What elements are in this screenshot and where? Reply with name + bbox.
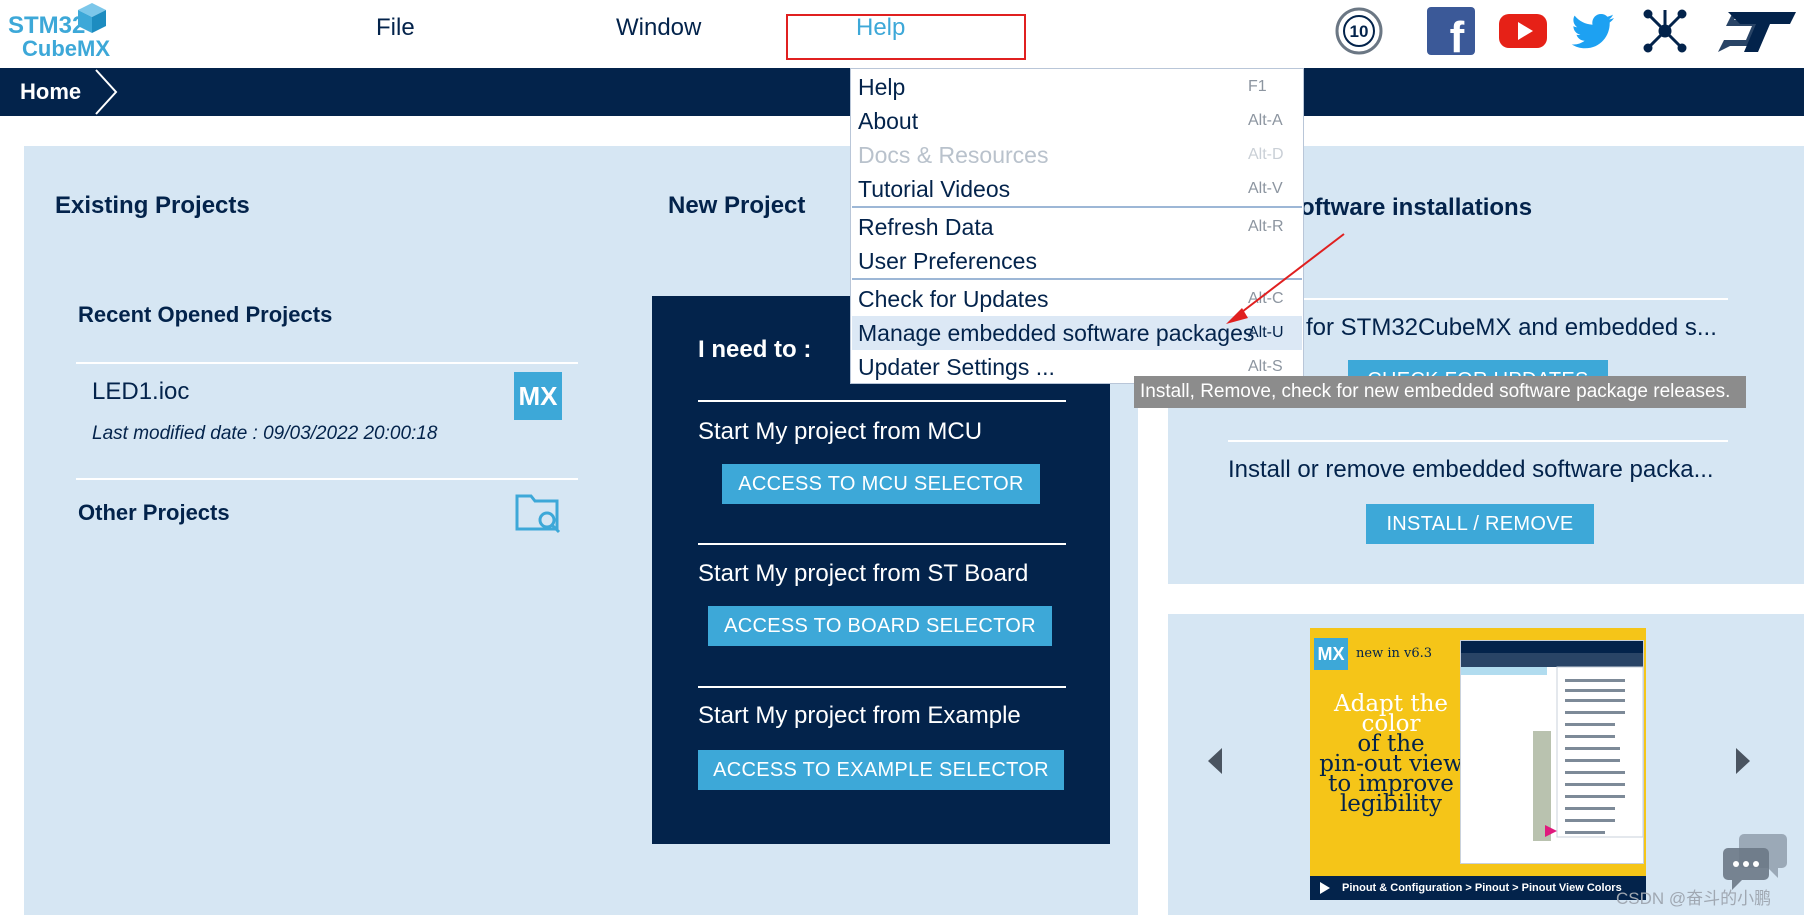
separator — [76, 362, 578, 364]
software-installations-title: oftware installations — [1300, 194, 1533, 221]
mcu-section-label: Start My project from MCU — [698, 418, 983, 445]
shortcut-docs-resources: Alt-D — [1248, 146, 1284, 163]
twitter-icon[interactable] — [1568, 6, 1618, 56]
logo-text-stm32: STM32 — [8, 12, 86, 39]
mcu-selector-button[interactable]: ACCESS TO MCU SELECTOR — [722, 464, 1040, 504]
carousel-mx-badge: MX — [1314, 638, 1348, 670]
separator — [1228, 440, 1728, 442]
menu-item-docs-resources: Docs & Resources — [858, 142, 1049, 168]
carousel-version-label: new in v6.3 — [1356, 646, 1433, 661]
existing-projects-title: Existing Projects — [55, 192, 250, 219]
install-remove-button[interactable]: INSTALL / REMOVE — [1366, 504, 1594, 544]
separator — [76, 478, 578, 480]
menu-file[interactable]: File — [376, 14, 415, 42]
carousel-prev-icon[interactable] — [1208, 748, 1222, 774]
annotation-arrow-icon — [1226, 233, 1345, 324]
youtube-icon[interactable] — [1498, 6, 1548, 56]
recent-project-date: Last modified date : 09/03/2022 20:00:18 — [92, 423, 438, 444]
menu-item-check-for-updates[interactable]: Check for Updates — [858, 286, 1048, 313]
menu-item-refresh-data[interactable]: Refresh Data — [858, 214, 994, 241]
carousel-screenshot-image — [1460, 640, 1644, 864]
play-icon — [1320, 882, 1330, 895]
carousel-next-icon[interactable] — [1736, 748, 1750, 774]
menu-item-help[interactable]: Help — [858, 74, 905, 101]
shortcut-about: Alt-A — [1248, 112, 1283, 129]
menu-item-tutorial-videos[interactable]: Tutorial Videos — [858, 176, 1010, 203]
anniversary-10-icon[interactable]: 10 — [1334, 6, 1384, 56]
carousel-headline: Adapt the color of the pin-out view to i… — [1316, 693, 1466, 817]
carousel-footer-bar: Pinout & Configuration > Pinout > Pinout… — [1310, 876, 1646, 900]
check-updates-text: for STM32CubeMX and embedded s... — [1306, 314, 1717, 341]
logo-text-cubemx: CubeMX — [22, 36, 110, 61]
menu-item-updater-settings[interactable]: Updater Settings ... — [858, 354, 1055, 381]
watermark-text: CSDN @奋斗的小鹏 — [1616, 889, 1772, 908]
carousel-footer-text: Pinout & Configuration > Pinout > Pinout… — [1342, 882, 1622, 894]
menu-item-manage-packages[interactable]: Manage embedded software packages — [858, 320, 1254, 347]
st-logo-icon[interactable] — [1714, 6, 1798, 56]
example-section-label: Start My project from Example — [698, 702, 1021, 729]
separator — [698, 543, 1066, 545]
separator — [698, 400, 1066, 402]
menu-separator — [852, 206, 1302, 208]
facebook-icon[interactable]: f — [1426, 6, 1476, 56]
breadcrumb-home[interactable]: Home — [20, 79, 81, 105]
cube-logo-icon — [78, 3, 106, 33]
folder-search-icon[interactable] — [514, 490, 564, 536]
i-need-to-label: I need to : — [698, 336, 812, 363]
annotation-highlight-box — [786, 14, 1026, 60]
recent-project-name[interactable]: LED1.ioc — [92, 378, 189, 406]
svg-text:f: f — [1450, 13, 1465, 56]
shortcut-help: F1 — [1248, 78, 1267, 95]
install-remove-text: Install or remove embedded software pack… — [1228, 456, 1714, 483]
menu-window[interactable]: Window — [616, 14, 701, 42]
recent-projects-title: Recent Opened Projects — [78, 302, 333, 327]
menu-item-user-preferences[interactable]: User Preferences — [858, 248, 1037, 275]
menu-item-about[interactable]: About — [858, 108, 918, 135]
network-icon[interactable] — [1640, 6, 1690, 56]
shortcut-updater-settings: Alt-S — [1248, 358, 1283, 375]
new-project-title: New Project — [668, 192, 806, 219]
chat-icon[interactable] — [1722, 830, 1788, 892]
board-selector-button[interactable]: ACCESS TO BOARD SELECTOR — [708, 606, 1052, 646]
other-projects-title: Other Projects — [78, 500, 230, 525]
svg-text:10: 10 — [1350, 22, 1369, 41]
mx-file-icon[interactable]: MX — [514, 372, 562, 420]
carousel-headline-line: legibility — [1339, 791, 1443, 817]
board-section-label: Start My project from ST Board — [698, 560, 1029, 587]
breadcrumb-chevron-icon — [95, 69, 118, 115]
shortcut-tutorial-videos: Alt-V — [1248, 180, 1283, 197]
example-selector-button[interactable]: ACCESS TO EXAMPLE SELECTOR — [698, 750, 1064, 790]
tooltip: Install, Remove, check for new embedded … — [1134, 376, 1746, 408]
separator — [698, 686, 1066, 688]
